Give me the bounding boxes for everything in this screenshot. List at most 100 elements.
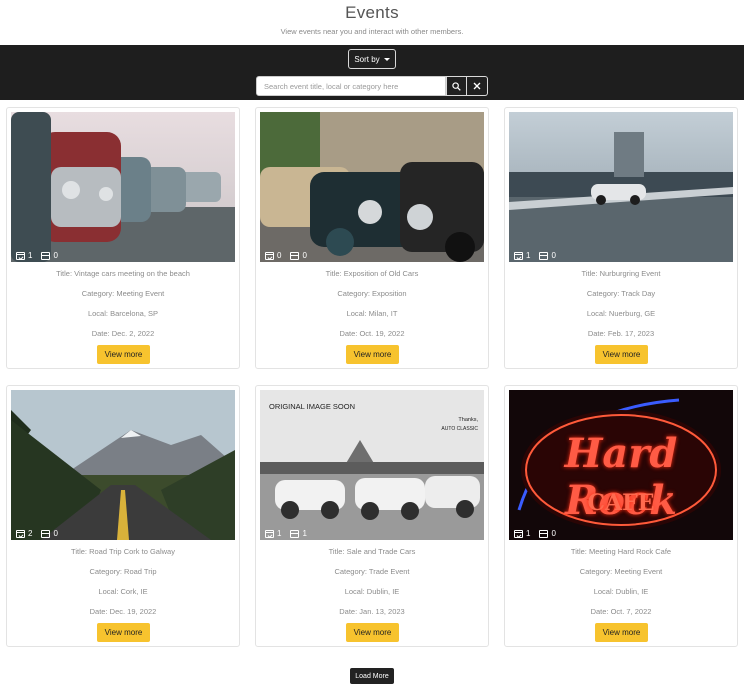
event-date: Date: Jan. 13, 2023 bbox=[339, 607, 405, 616]
event-card: Hard Rock CAFE 1 0 Title: Meeting Hard R… bbox=[504, 385, 738, 647]
event-category: Category: Road Trip bbox=[89, 567, 157, 576]
event-title: Title: Vintage cars meeting on the beach bbox=[56, 269, 190, 278]
posts-counter: 0 bbox=[539, 529, 556, 538]
event-image[interactable]: ORIGINAL IMAGE SOON Thanks, AUTO CLASSIC… bbox=[260, 390, 484, 540]
event-local: Local: Dublin, IE bbox=[344, 587, 400, 596]
view-more-button[interactable]: View more bbox=[346, 345, 399, 364]
search-bar bbox=[256, 76, 488, 96]
posts-counter: 0 bbox=[41, 529, 58, 538]
event-card: 0 0 Title: Exposition of Old Cars Catego… bbox=[255, 107, 489, 369]
search-button[interactable] bbox=[446, 76, 467, 96]
view-more-button[interactable]: View more bbox=[595, 345, 648, 364]
calendar-check-icon bbox=[265, 251, 274, 260]
neon-sign-line2: CAFE bbox=[587, 490, 655, 516]
window-icon bbox=[539, 529, 549, 538]
posts-count: 0 bbox=[53, 529, 58, 538]
view-more-button[interactable]: View more bbox=[346, 623, 399, 642]
window-icon bbox=[539, 251, 549, 260]
posts-counter: 1 bbox=[290, 529, 307, 538]
attending-count: 1 bbox=[526, 251, 531, 260]
posts-counter: 0 bbox=[539, 251, 556, 260]
calendar-check-icon bbox=[265, 529, 274, 538]
event-date: Date: Feb. 17, 2023 bbox=[587, 329, 655, 338]
view-more-button[interactable]: View more bbox=[97, 623, 150, 642]
posts-counter: 0 bbox=[290, 251, 307, 260]
event-card: 1 0 Title: Vintage cars meeting on the b… bbox=[6, 107, 240, 369]
attending-count: 1 bbox=[526, 529, 531, 538]
attending-counter: 1 bbox=[514, 251, 530, 260]
view-more-button[interactable]: View more bbox=[595, 623, 648, 642]
old-cars-exposition-photo bbox=[260, 112, 484, 262]
event-counters: 1 0 bbox=[514, 251, 556, 260]
posts-count: 1 bbox=[302, 529, 307, 538]
attending-counter: 1 bbox=[265, 529, 281, 538]
event-image[interactable]: Hard Rock CAFE 1 0 bbox=[509, 390, 733, 540]
event-image[interactable]: 1 0 bbox=[11, 112, 235, 262]
page-subtitle: View events near you and interact with o… bbox=[280, 27, 464, 36]
search-input[interactable] bbox=[256, 76, 446, 96]
window-icon bbox=[290, 251, 300, 260]
page-title: Events bbox=[345, 3, 399, 22]
vintage-cars-photo bbox=[11, 112, 235, 262]
posts-counter: 0 bbox=[41, 251, 58, 260]
window-icon bbox=[290, 529, 300, 538]
calendar-check-icon bbox=[16, 251, 25, 260]
image-headline: ORIGINAL IMAGE SOON bbox=[269, 402, 355, 411]
event-title: Title: Sale and Trade Cars bbox=[328, 547, 416, 556]
event-category: Category: Meeting Event bbox=[81, 289, 165, 298]
calendar-check-icon bbox=[16, 529, 25, 538]
attending-counter: 1 bbox=[514, 529, 530, 538]
event-local: Local: Nuerburg, GE bbox=[586, 309, 656, 318]
calendar-check-icon bbox=[514, 529, 523, 538]
sort-by-dropdown[interactable]: Sort by bbox=[348, 49, 396, 69]
mountain-road-photo bbox=[11, 390, 235, 540]
event-local: Local: Dublin, IE bbox=[593, 587, 649, 596]
event-local: Local: Milan, IT bbox=[346, 309, 398, 318]
event-counters: 1 0 bbox=[16, 251, 58, 260]
posts-count: 0 bbox=[551, 251, 556, 260]
sort-by-label: Sort by bbox=[354, 54, 380, 64]
image-brand: AUTO CLASSIC bbox=[441, 426, 478, 432]
event-counters: 0 0 bbox=[265, 251, 307, 260]
load-more-button[interactable]: Load More bbox=[350, 668, 394, 684]
event-counters: 1 1 bbox=[265, 529, 307, 538]
attending-count: 2 bbox=[28, 529, 33, 538]
attending-counter: 1 bbox=[16, 251, 32, 260]
event-date: Date: Oct. 19, 2022 bbox=[339, 329, 405, 338]
view-more-button[interactable]: View more bbox=[97, 345, 150, 364]
close-icon bbox=[473, 82, 481, 90]
attending-counter: 2 bbox=[16, 529, 32, 538]
event-image[interactable]: 1 0 bbox=[509, 112, 733, 262]
event-category: Category: Track Day bbox=[586, 289, 656, 298]
caret-down-icon bbox=[383, 57, 390, 61]
event-date: Date: Oct. 7, 2022 bbox=[590, 607, 652, 616]
event-image[interactable]: 2 0 bbox=[11, 390, 235, 540]
attending-count: 1 bbox=[277, 529, 282, 538]
event-card: ORIGINAL IMAGE SOON Thanks, AUTO CLASSIC… bbox=[255, 385, 489, 647]
image-thanks: Thanks, bbox=[458, 417, 478, 423]
posts-count: 0 bbox=[53, 251, 58, 260]
event-card: 2 0 Title: Road Trip Cork to Galway Cate… bbox=[6, 385, 240, 647]
attending-count: 0 bbox=[277, 251, 282, 260]
event-title: Title: Nurburgring Event bbox=[581, 269, 661, 278]
event-card: 1 0 Title: Nurburgring Event Category: T… bbox=[504, 107, 738, 369]
window-icon bbox=[41, 251, 51, 260]
event-title: Title: Road Trip Cork to Galway bbox=[71, 547, 175, 556]
event-date: Date: Dec. 2, 2022 bbox=[91, 329, 155, 338]
event-category: Category: Exposition bbox=[337, 289, 407, 298]
posts-count: 0 bbox=[302, 251, 307, 260]
event-category: Category: Trade Event bbox=[334, 567, 410, 576]
event-counters: 1 0 bbox=[514, 529, 556, 538]
attending-count: 1 bbox=[28, 251, 33, 260]
event-image[interactable]: 0 0 bbox=[260, 112, 484, 262]
event-title: Title: Exposition of Old Cars bbox=[325, 269, 419, 278]
clear-search-button[interactable] bbox=[467, 76, 488, 96]
window-icon bbox=[41, 529, 51, 538]
posts-count: 0 bbox=[551, 529, 556, 538]
event-counters: 2 0 bbox=[16, 529, 58, 538]
event-local: Local: Barcelona, SP bbox=[87, 309, 159, 318]
calendar-check-icon bbox=[514, 251, 523, 260]
attending-counter: 0 bbox=[265, 251, 281, 260]
event-date: Date: Dec. 19, 2022 bbox=[89, 607, 157, 616]
filter-toolbar: Sort by bbox=[0, 45, 744, 100]
